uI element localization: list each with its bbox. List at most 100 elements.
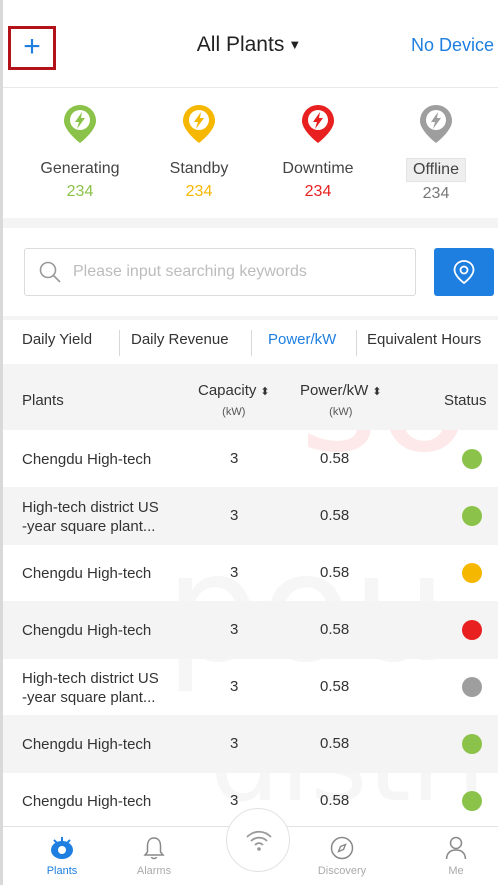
capacity-value: 3 [230,507,239,524]
plant-name-line: Chengdu High-tech [22,565,152,582]
power-value: 0.58 [320,678,350,695]
location-pin-icon [453,260,475,284]
nav-alarms[interactable]: Alarms [114,835,194,877]
plant-name: Chengdu High-tech [22,792,151,811]
column-header-capacity[interactable]: Capacity ⬍ (kW) [198,382,270,418]
plant-name: Chengdu High-tech [22,450,151,469]
power-value: 0.58 [320,507,350,524]
table-row[interactable]: Chengdu High-tech 3 0.58 [0,715,498,773]
table-row[interactable]: Chengdu High-tech 3 0.58 [0,601,498,659]
plant-name-line: High-tech district US [22,499,159,516]
column-unit: (kW) [329,406,353,418]
table-header: Plants Capacity ⬍ (kW) Power/kW ⬍ (kW) Sta… [0,370,498,430]
app: + All Plants ▼ No Device Generating 234 S… [0,0,498,885]
chevron-down-icon: ▼ [288,37,302,52]
status-offline[interactable]: Offline 234 [381,104,491,203]
top-bar: + All Plants ▼ No Device [0,0,498,88]
plant-name-line: Chengdu High-tech [22,622,152,639]
column-header-power[interactable]: Power/kW ⬍ (kW) [300,382,382,418]
power-value: 0.58 [320,735,350,752]
plant-name-line: Chengdu High-tech [22,736,152,753]
column-unit: (kW) [222,406,246,418]
nav-label: Discovery [317,865,367,877]
bolt-pin-icon [302,105,334,143]
nav-label: Alarms [136,865,172,877]
plants-icon [51,837,73,859]
nav-label: Plants [46,865,78,877]
status-dot [462,791,482,811]
person-icon [445,836,467,860]
bolt-pin-icon [420,105,452,143]
tab-divider [251,330,252,356]
nav-plants[interactable]: Plants [22,835,102,877]
metric-tabs: Daily Yield Daily Revenue Power/kW Equiv… [0,320,498,364]
status-label: Offline [406,158,466,182]
plant-name: Chengdu High-tech [22,735,151,754]
sort-icon: ⬍ [372,386,382,398]
column-header-plants: Plants [22,392,64,409]
status-label: Standby [169,160,229,177]
capacity-value: 3 [230,450,239,467]
status-summary: Generating 234 Standby 234 Downtime 234 … [0,88,498,218]
search-box[interactable] [24,248,416,296]
tab-daily-yield[interactable]: Daily Yield [22,320,92,364]
frame-border [0,0,3,885]
plant-name-line: Chengdu High-tech [22,451,152,468]
power-value: 0.58 [320,450,350,467]
status-dot [462,677,482,697]
power-value: 0.58 [320,792,350,809]
nav-discovery[interactable]: Discovery [302,835,382,877]
wifi-connect-button[interactable] [226,808,290,872]
nav-me[interactable]: Me [416,835,496,877]
search-input[interactable] [73,249,403,295]
status-downtime[interactable]: Downtime 234 [263,104,373,201]
plant-name-line: High-tech district US [22,670,159,687]
capacity-value: 3 [230,678,239,695]
status-standby[interactable]: Standby 234 [144,104,254,201]
status-label: Downtime [282,160,354,177]
plant-name: Chengdu High-tech [22,621,151,640]
capacity-value: 3 [230,792,239,809]
no-device-link[interactable]: No Device [411,35,494,56]
plant-name-line: -year square plant... [22,518,156,535]
table-row[interactable]: High-tech district US -year square plant.… [0,658,498,716]
nav-label: Me [448,865,464,877]
bolt-pin-icon [64,105,96,143]
tab-power-kw[interactable]: Power/kW [268,320,336,364]
capacity-value: 3 [230,735,239,752]
status-dot [462,620,482,640]
section-divider [0,218,498,228]
table-row[interactable]: High-tech district US -year square plant.… [0,487,498,545]
page-title: All Plants [196,33,285,56]
column-label: Capacity [198,382,257,399]
plant-name-line: -year square plant... [22,689,156,706]
tab-equivalent-hours[interactable]: Equivalent Hours [367,320,481,364]
map-location-button[interactable] [434,248,494,296]
plant-name: High-tech district US -year square plant.… [22,498,159,536]
plant-name-line: Chengdu High-tech [22,793,152,810]
capacity-value: 3 [230,564,239,581]
tab-daily-revenue[interactable]: Daily Revenue [131,320,229,364]
table-row[interactable]: Chengdu High-tech 3 0.58 [0,544,498,602]
status-dot [462,563,482,583]
plant-name: Chengdu High-tech [22,564,151,583]
status-dot [462,449,482,469]
bell-icon [143,837,165,860]
column-header-status: Status [444,392,487,409]
search-icon [39,261,61,283]
column-label: Power/kW [300,382,369,399]
table-row[interactable]: Chengdu High-tech 3 0.58 [0,430,498,488]
bolt-pin-icon [183,105,215,143]
wifi-icon [246,830,272,851]
status-count: 234 [422,185,450,202]
power-value: 0.58 [320,564,350,581]
status-count: 234 [304,183,332,200]
status-generating[interactable]: Generating 234 [25,104,135,201]
plant-name: High-tech district US -year square plant.… [22,669,159,707]
status-label: Generating [40,160,120,177]
status-dot [462,734,482,754]
sort-icon: ⬍ [260,386,270,398]
power-value: 0.58 [320,621,350,638]
status-dot [462,506,482,526]
status-count: 234 [185,183,213,200]
